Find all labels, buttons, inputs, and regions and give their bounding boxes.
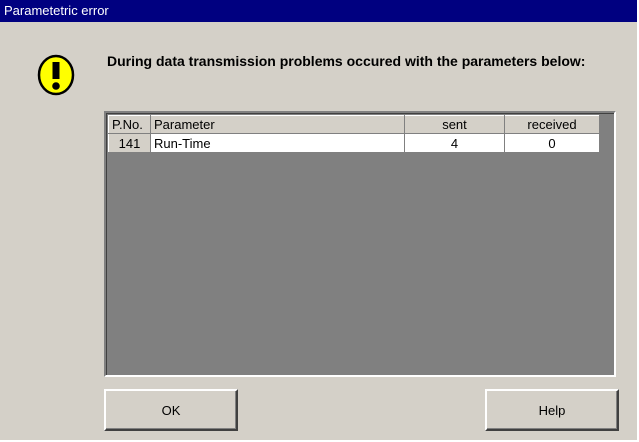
parameter-grid[interactable]: P.No. Parameter sent received 141 Run-Ti… [104, 111, 616, 377]
header-parameter[interactable]: Parameter [150, 115, 405, 134]
row-parameter-cell[interactable]: Run-Time [150, 133, 405, 153]
row-sent-cell[interactable]: 4 [404, 133, 505, 153]
exclamation-warning-icon [37, 54, 75, 96]
table-header-row: P.No. Parameter sent received [108, 115, 600, 134]
help-button[interactable]: Help [485, 389, 619, 431]
row-pno-cell[interactable]: 141 [108, 133, 151, 153]
header-received[interactable]: received [504, 115, 600, 134]
row-received-cell[interactable]: 0 [504, 133, 600, 153]
error-message: During data transmission problems occure… [107, 53, 586, 69]
title-bar[interactable]: Parametetric error [0, 0, 637, 22]
error-dialog: Parametetric error During data transmiss… [0, 0, 639, 442]
ok-button[interactable]: OK [104, 389, 238, 431]
table-row[interactable]: 141 Run-Time 4 0 [108, 133, 600, 153]
parameter-table: P.No. Parameter sent received 141 Run-Ti… [108, 115, 600, 153]
window-title: Parametetric error [4, 3, 109, 18]
header-sent[interactable]: sent [404, 115, 505, 134]
header-pno[interactable]: P.No. [108, 115, 151, 134]
